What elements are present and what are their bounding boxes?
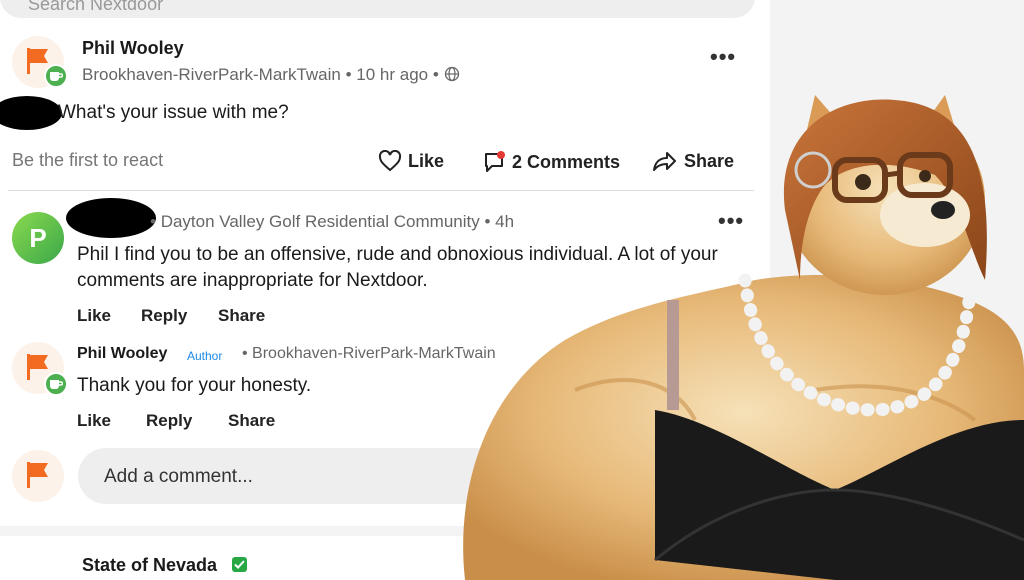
reply-text: Thank you for your honesty.	[77, 375, 312, 396]
react-hint: Be the first to react	[12, 150, 164, 170]
reply-share-button[interactable]: Share	[228, 411, 275, 431]
post-more-button[interactable]: •••	[710, 44, 736, 70]
reply-reply-button[interactable]: Reply	[146, 411, 192, 431]
reply-like-button[interactable]: Like	[77, 411, 111, 431]
like-label: Like	[408, 150, 445, 171]
globe-icon	[444, 65, 460, 84]
author-tag: Author	[187, 349, 223, 363]
reply-author-name[interactable]: Phil Wooley	[77, 345, 167, 363]
post-neighborhood[interactable]: Brookhaven-RiverPark-MarkTwain	[82, 65, 341, 84]
meta-dot: •	[345, 65, 357, 84]
like-button[interactable]: Like	[378, 150, 444, 172]
coffee-badge-icon	[44, 64, 68, 88]
add-comment-placeholder: Add a comment...	[104, 466, 253, 487]
search-placeholder: Search Nextdoor	[28, 0, 164, 14]
doge-meme-overlay	[463, 95, 1024, 580]
comment-like-button[interactable]: Like	[77, 306, 111, 326]
heart-icon	[378, 150, 402, 172]
redacted-name	[66, 198, 156, 238]
search-input[interactable]: Search Nextdoor	[0, 0, 755, 18]
meta-dot: •	[242, 345, 253, 362]
next-post-author[interactable]: State of Nevada	[82, 555, 217, 576]
post-text: What's your issue with me?	[58, 102, 289, 123]
post-meta: Brookhaven-RiverPark-MarkTwain • 10 hr a…	[82, 65, 460, 85]
comment-reply-button[interactable]: Reply	[141, 306, 187, 326]
commenter-community[interactable]: Dayton Valley Golf Residential Community	[161, 212, 480, 231]
flag-icon	[27, 462, 48, 488]
comment-share-button[interactable]: Share	[218, 306, 265, 326]
current-user-avatar	[12, 450, 64, 502]
meta-dot: •	[150, 212, 161, 231]
commenter-avatar[interactable]: P	[12, 212, 64, 264]
coffee-badge-icon	[44, 372, 68, 396]
post-author-name[interactable]: Phil Wooley	[82, 38, 184, 59]
meta-dot: •	[432, 65, 444, 84]
verified-check-icon	[232, 557, 247, 572]
post-time: 10 hr ago	[356, 65, 429, 84]
